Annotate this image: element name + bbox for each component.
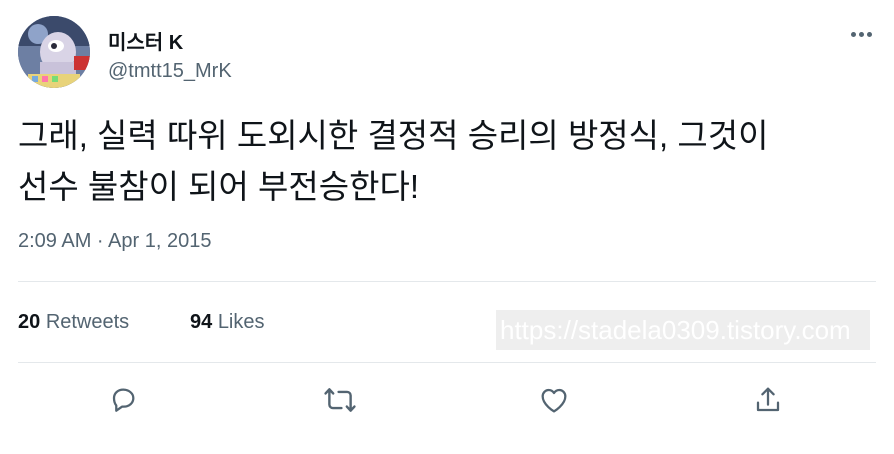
dot: [858, 31, 864, 37]
divider: [18, 281, 876, 282]
reply-button[interactable]: [106, 382, 142, 418]
reply-icon: [112, 388, 135, 412]
retweets-stat[interactable]: 20 Retweets: [18, 311, 129, 334]
avatar-image: [18, 16, 90, 88]
avatar[interactable]: [18, 16, 90, 88]
divider: [18, 362, 876, 363]
retweet-button[interactable]: [322, 382, 358, 418]
like-button[interactable]: [536, 382, 572, 418]
retweet-icon: [324, 388, 356, 412]
dot: [850, 31, 856, 37]
more-options-icon[interactable]: [846, 22, 876, 46]
like-icon: [541, 388, 567, 413]
tweet-timestamp[interactable]: 2:09 AM · Apr 1, 2015: [18, 230, 211, 253]
retweets-label: Retweets: [45, 311, 130, 333]
watermark: https://stadela0309.tistory.com: [496, 310, 870, 350]
share-icon: [756, 387, 780, 412]
likes-label: Likes: [217, 311, 265, 333]
tweet-text: 그래, 실력 따위 도외시한 결정적 승리의 방정식, 그것이 선수 불참이 되…: [18, 117, 769, 205]
display-name[interactable]: 미스터 K: [108, 26, 183, 55]
user-handle[interactable]: @tmtt15_MrK: [108, 60, 232, 83]
dot: [866, 31, 872, 37]
retweets-count: 20: [18, 311, 41, 333]
share-button[interactable]: [750, 382, 786, 418]
likes-count: 94: [190, 311, 213, 333]
likes-stat[interactable]: 94 Likes: [190, 311, 265, 334]
